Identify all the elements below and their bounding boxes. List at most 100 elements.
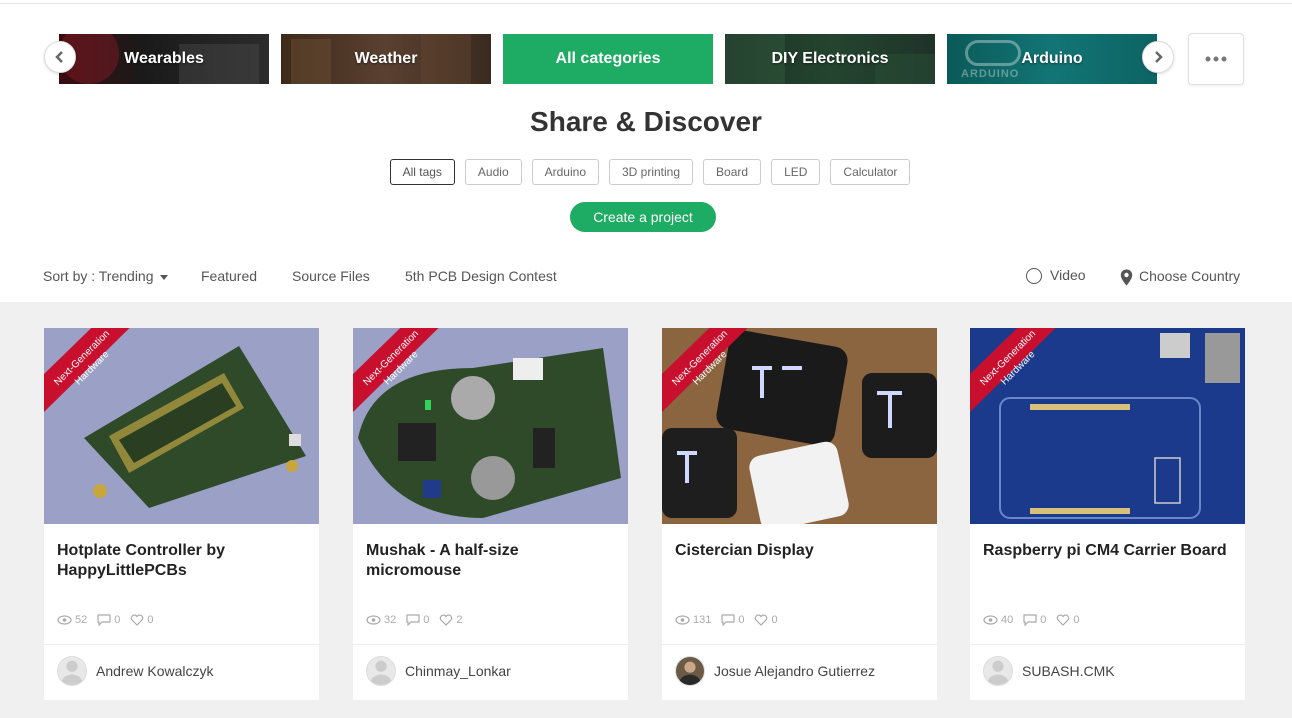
tag-filter-list: All tags Audio Arduino 3D printing Board… [0,159,1292,185]
tag-3d-printing[interactable]: 3D printing [609,159,694,185]
category-label: DIY Electronics [771,50,889,67]
comment-icon [721,614,735,626]
avatar [983,656,1013,686]
author-name: Josue Alejandro Gutierrez [714,663,876,679]
tag-board[interactable]: Board [703,159,762,185]
project-thumbnail[interactable]: Next-Generation Hardware [662,328,937,524]
sort-dropdown[interactable]: Sort by : Trending [43,268,168,284]
tag-led[interactable]: LED [771,159,821,185]
card-divider [44,644,319,645]
views-count: 32 [384,614,397,626]
views-count: 52 [75,614,88,626]
location-pin-icon [1120,269,1133,286]
project-thumbnail[interactable]: Next-Generation Hardware [353,328,628,524]
category-label: Arduino [1021,50,1083,67]
avatar [57,656,87,686]
project-author[interactable]: Josue Alejandro Gutierrez [675,656,875,686]
arduino-logo-icon [965,40,1021,66]
project-title[interactable]: Cistercian Display [675,541,925,561]
category-carousel: Wearables Weather All categories DIY Ele… [0,34,1292,84]
tag-all[interactable]: All tags [389,159,455,185]
project-author[interactable]: Andrew Kowalczyk [57,656,214,686]
tag-arduino[interactable]: Arduino [531,159,599,185]
project-stats: 131 0 0 [675,614,784,626]
user-icon [370,660,392,685]
views-stat: 131 [675,614,711,626]
category-wearables[interactable]: Wearables [59,34,269,84]
author-name: SUBASH.CMK [1022,663,1115,679]
comment-icon [97,614,111,626]
comments-stat: 0 [97,614,120,626]
likes-stat: 0 [754,614,778,626]
project-title[interactable]: Raspberry pi CM4 Carrier Board [983,541,1233,561]
micromouse-image [353,328,628,524]
category-label: All categories [555,50,661,67]
tag-audio[interactable]: Audio [464,159,522,185]
arduino-logo-text: ARDUINO [961,68,1020,80]
views-stat: 32 [366,614,396,626]
eye-icon [675,615,690,625]
choose-country-button[interactable]: Choose Country [1120,268,1240,286]
avatar [366,656,396,686]
project-card[interactable]: Next-Generation Hardware Cistercian Disp… [662,328,937,700]
views-stat: 40 [983,614,1013,626]
category-all[interactable]: All categories [503,34,713,84]
heart-icon [131,614,144,626]
user-icon [987,660,1009,685]
user-photo-icon [679,661,701,685]
project-author[interactable]: SUBASH.CMK [983,656,1115,686]
sort-filter-bar: Sort by : Trending Featured Source Files… [0,262,1292,290]
comments-count: 0 [114,614,121,626]
avatar [675,656,705,686]
views-count: 40 [1001,614,1014,626]
comments-stat: 0 [406,614,429,626]
card-divider [662,644,937,645]
comments-count: 0 [738,614,745,626]
project-stats: 52 0 0 [57,614,160,626]
card-divider [970,644,1245,645]
project-thumbnail[interactable]: Next-Generation Hardware [44,328,319,524]
filter-featured[interactable]: Featured [201,268,257,284]
carousel-prev-button[interactable] [44,41,76,73]
comment-icon [406,614,420,626]
pcb-board-image [44,328,319,524]
card-divider [353,644,628,645]
chevron-left-icon [55,51,63,63]
carousel-next-button[interactable] [1142,41,1174,73]
project-card[interactable]: Next-Generation Hardware Hotplate Contro… [44,328,319,700]
display-modules-image [662,328,937,524]
comments-count: 0 [1040,614,1047,626]
project-title[interactable]: Mushak - A half-size micromouse [366,541,616,581]
comments-count: 0 [423,614,430,626]
filter-pcb-contest[interactable]: 5th PCB Design Contest [405,268,557,284]
category-diy-electronics[interactable]: DIY Electronics [725,34,935,84]
heart-icon [1057,614,1070,626]
category-arduino[interactable]: ARDUINO Arduino [947,34,1157,84]
eye-icon [366,615,381,625]
filter-source-files[interactable]: Source Files [292,268,370,284]
caret-down-icon [159,274,168,280]
video-toggle[interactable]: Video [1026,267,1086,285]
project-title[interactable]: Hotplate Controller by HappyLittlePCBs [57,541,307,581]
likes-stat: 0 [130,614,154,626]
heart-icon [440,614,453,626]
create-project-button[interactable]: Create a project [570,202,716,232]
sort-label: Sort by : Trending [43,268,154,284]
category-label: Wearables [124,50,204,67]
project-card[interactable]: Next-Generation Hardware Mushak - A half… [353,328,628,700]
user-icon [61,660,83,685]
views-stat: 52 [57,614,87,626]
project-card[interactable]: Next-Generation Hardware Raspberry pi CM… [970,328,1245,700]
tag-calculator[interactable]: Calculator [830,159,911,185]
author-name: Andrew Kowalczyk [96,663,214,679]
project-author[interactable]: Chinmay_Lonkar [366,656,511,686]
radio-icon [1026,268,1042,285]
comment-icon [1023,614,1037,626]
eye-icon [983,615,998,625]
category-weather[interactable]: Weather [281,34,491,84]
project-thumbnail[interactable]: Next-Generation Hardware [970,328,1245,524]
project-stats: 32 0 2 [366,614,469,626]
eye-icon [57,615,72,625]
more-categories-button[interactable] [1188,33,1244,85]
project-stats: 40 0 0 [983,614,1086,626]
